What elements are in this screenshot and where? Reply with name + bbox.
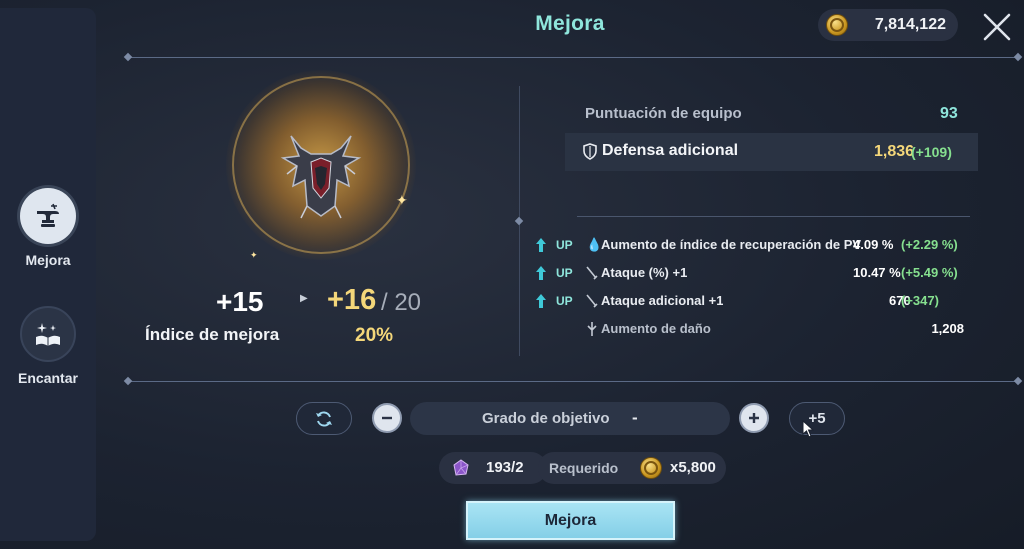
sidebar-item-label: Encantar [18, 370, 78, 386]
divider-ornament [123, 376, 133, 386]
stats-divider [577, 216, 970, 217]
target-grade-value: - [632, 408, 638, 427]
arrow-right-icon: ▶ [300, 293, 308, 304]
divider-ornament [1013, 52, 1023, 62]
target-grade-bar: Grado de objetivo - [410, 402, 730, 435]
spellbook-icon [20, 306, 76, 362]
current-level: +15 [216, 286, 264, 317]
required-cost: Requerido x5,800 [538, 452, 726, 484]
gold-coin-icon [640, 457, 662, 479]
equipment-score-value: 93 [940, 105, 958, 122]
refresh-icon [316, 410, 332, 427]
required-label: Requerido [549, 460, 619, 476]
success-rate-label: Índice de mejora [145, 325, 280, 344]
close-button[interactable] [982, 12, 1012, 42]
up-arrow-icon [536, 294, 546, 308]
sword-icon [586, 266, 598, 280]
sidebar-item-encantar[interactable]: Encantar [0, 306, 96, 386]
stat-value: 4.09 % [853, 237, 894, 252]
upgrade-button[interactable]: Mejora [466, 501, 675, 540]
material-count-value: 193/2 [486, 459, 524, 476]
chest-armor-icon [280, 135, 362, 219]
drop-icon: 💧 [586, 237, 603, 252]
sidebar-item-label: Mejora [25, 252, 71, 268]
stat-value: 1,208 [931, 321, 964, 336]
stat-label: Ataque adicional +1 [601, 293, 724, 308]
stat-gain: (+2.29 %) [901, 237, 958, 252]
max-level: / 20 [381, 289, 422, 316]
reset-grade-button[interactable] [296, 402, 352, 435]
stat-row: UP Ataque (%) +1 10.47 % (+5.49 %) [535, 263, 975, 285]
divider-ornament [1013, 376, 1023, 386]
stat-row: Aumento de daño 1,208 [535, 319, 975, 341]
plus-icon [749, 413, 759, 423]
success-rate-value: 20% [355, 325, 394, 346]
divider-top [128, 57, 1018, 58]
defense-label: Defensa adicional [602, 142, 739, 159]
divider-ornament [514, 216, 524, 226]
divider-ornament [123, 52, 133, 62]
shield-icon [583, 143, 597, 160]
up-badge: UP [556, 238, 573, 252]
close-icon [983, 13, 1011, 41]
sparkle-icon: ✦ [396, 192, 408, 208]
cursor-icon [802, 420, 815, 438]
sidebar-item-mejora[interactable]: Mejora [0, 188, 96, 268]
defense-stat-row: Defensa adicional 1,836 (+109) [565, 133, 978, 171]
stat-row: UP 💧 Aumento de índice de recuperación d… [535, 235, 975, 257]
upgrade-screen: Mejora Encantar Mejora 7,814,122 ✦ ✦ +15… [0, 0, 1024, 549]
up-arrow-icon [536, 238, 546, 252]
sidebar: Mejora Encantar [0, 8, 96, 541]
stat-label: Aumento de daño [601, 321, 711, 336]
defense-value: 1,836 [874, 143, 915, 160]
sword-icon [586, 294, 598, 308]
minus-icon [382, 416, 392, 420]
anvil-icon [20, 188, 76, 244]
equipment-score-label: Puntuación de equipo [585, 105, 742, 122]
stat-row: UP Ataque adicional +1 670 (+347) [535, 291, 975, 313]
defense-gain: (+109) [911, 144, 952, 160]
upgrade-stone-icon [453, 459, 469, 476]
plus-five-button[interactable]: +5 [789, 402, 845, 435]
next-level: +16 [327, 284, 377, 316]
stat-gain: (+5.49 %) [901, 265, 958, 280]
up-badge: UP [556, 266, 573, 280]
target-grade-label: Grado de objetivo [482, 410, 610, 427]
gold-balance: 7,814,122 [818, 9, 958, 41]
sparkle-icon: ✦ [250, 250, 258, 260]
stat-value: 10.47 % [853, 265, 901, 280]
gold-coin-icon [826, 14, 848, 36]
stat-label: Aumento de índice de recuperación de PV [601, 237, 862, 252]
up-badge: UP [556, 294, 573, 308]
decrease-grade-button[interactable] [372, 403, 402, 433]
damage-icon [587, 322, 597, 336]
required-gold-value: x5,800 [670, 459, 716, 476]
gold-amount: 7,814,122 [874, 16, 946, 33]
divider-middle [128, 381, 1018, 382]
material-count: 193/2 [439, 452, 547, 484]
stat-label: Ataque (%) +1 [601, 265, 688, 280]
stat-gain: (+347) [901, 293, 939, 308]
increase-grade-button[interactable] [739, 403, 769, 433]
up-arrow-icon [536, 266, 546, 280]
